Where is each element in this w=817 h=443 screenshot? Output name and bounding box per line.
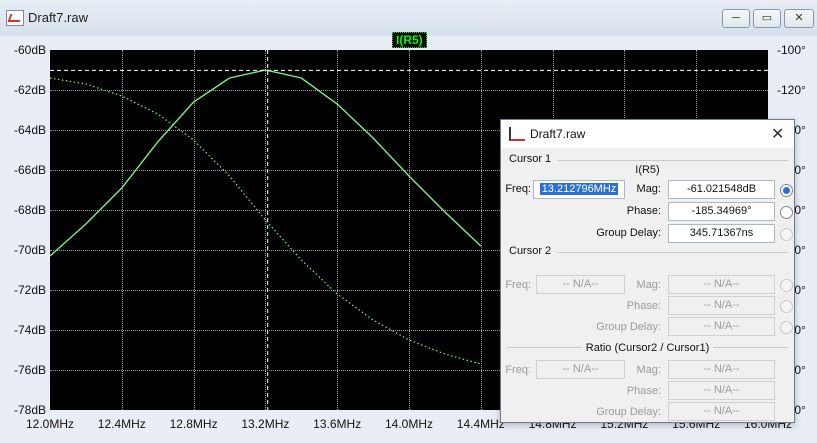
- y-tick-label-left: -60dB: [13, 43, 46, 57]
- cursor2-freq-field[interactable]: -- N/A--: [536, 275, 625, 294]
- ratio-group-delay-field[interactable]: -- N/A--: [668, 402, 775, 421]
- y-tick-label-left: -64dB: [13, 123, 46, 137]
- maximize-button[interactable]: ▭: [753, 9, 781, 28]
- x-tick-label: 13.2MHz: [241, 417, 290, 431]
- window-title: Draft7.raw: [28, 10, 88, 25]
- y-tick-label-left: -62dB: [13, 83, 46, 97]
- cursor1-phase-label: Phase:: [626, 205, 661, 217]
- cursor1-group-delay-label: Group Delay:: [596, 227, 661, 239]
- y-tick-label-left: -76dB: [13, 363, 46, 377]
- x-tick-label: 13.6MHz: [313, 417, 362, 431]
- close-button[interactable]: ✕: [784, 9, 814, 28]
- x-tick-label: 12.0MHz: [25, 417, 75, 431]
- cursor1-trace-name: I(R5): [635, 164, 660, 176]
- ratio-freq-label: Freq:: [505, 364, 531, 376]
- cursor2-phase-field[interactable]: -- N/A--: [668, 296, 775, 315]
- cursor2-mag-field[interactable]: -- N/A--: [668, 275, 775, 294]
- cursor-icon: [509, 127, 525, 141]
- cursor2-phase-label: Phase:: [626, 300, 661, 312]
- ratio-phase-label: Phase:: [626, 385, 661, 397]
- phase-trace: [50, 77, 481, 365]
- magnitude-trace: [50, 69, 482, 257]
- cursor2-mag-radio[interactable]: [780, 279, 793, 292]
- window-titlebar: Draft7.raw ─ ▭ ✕: [0, 0, 817, 36]
- trace-label[interactable]: I(R5): [392, 32, 427, 48]
- y-tick-label-left: -78dB: [13, 403, 46, 417]
- y-tick-label-left: -70dB: [13, 243, 46, 257]
- cursor1-phase-field[interactable]: -185.34969°: [668, 202, 775, 221]
- cursor1-freq-label: Freq:: [505, 183, 531, 195]
- cursor1-group-delay-field[interactable]: 345.71367ns: [668, 224, 775, 243]
- cursor2-freq-label: Freq:: [505, 279, 531, 291]
- x-tick-label: 12.4MHz: [97, 417, 146, 431]
- cursor1-mag-field[interactable]: -61.021548dB: [668, 180, 775, 199]
- y-tick-label-left: -66dB: [13, 163, 46, 177]
- dialog-titlebar: Draft7.raw ✕: [501, 120, 794, 148]
- ratio-mag-label: Mag:: [636, 364, 661, 376]
- cursor1-freq-field[interactable]: 13.212796MHz: [533, 180, 625, 199]
- cursor2-group-delay-label: Group Delay:: [596, 321, 661, 333]
- dialog-title: Draft7.raw: [530, 127, 586, 141]
- y-tick-label-left: -68dB: [13, 203, 46, 217]
- cursor2-group-delay-field[interactable]: -- N/A--: [668, 317, 775, 336]
- y-tick-label-left: -72dB: [13, 283, 46, 297]
- cursor1-phase-radio[interactable]: [780, 206, 793, 219]
- ratio-group-delay-label: Group Delay:: [596, 406, 661, 418]
- y-tick-label-right: -120°: [777, 83, 806, 97]
- cursor2-mag-label: Mag:: [636, 279, 661, 291]
- cursor2-separator: [557, 252, 788, 253]
- ratio-section-label: Ratio (Cursor2 / Cursor1): [501, 342, 794, 354]
- ratio-phase-field[interactable]: -- N/A--: [668, 381, 775, 400]
- minimize-button[interactable]: ─: [722, 9, 750, 28]
- cursor1-group-delay-radio[interactable]: [780, 228, 793, 241]
- ratio-mag-field[interactable]: -- N/A--: [668, 360, 775, 379]
- cursor1-mag-label: Mag:: [636, 183, 661, 195]
- dialog-close-button[interactable]: ✕: [771, 124, 784, 144]
- cursor2-section-label: Cursor 2: [509, 245, 552, 257]
- waveform-app-icon: [6, 10, 24, 26]
- y-tick-label-right: -100°: [777, 43, 806, 57]
- cursor1-mag-radio[interactable]: [780, 184, 793, 197]
- x-tick-label: 12.8MHz: [169, 417, 218, 431]
- ratio-freq-field[interactable]: -- N/A--: [536, 360, 625, 379]
- cursor2-group-delay-radio[interactable]: [780, 321, 793, 334]
- cursor1-separator: [557, 160, 788, 161]
- y-tick-label-left: -74dB: [13, 323, 46, 337]
- cursor-dialog: Draft7.raw ✕ Cursor 1 I(R5) Freq: 13.212…: [500, 119, 795, 423]
- cursor2-phase-radio[interactable]: [780, 300, 793, 313]
- x-tick-label: 14.0MHz: [384, 417, 434, 431]
